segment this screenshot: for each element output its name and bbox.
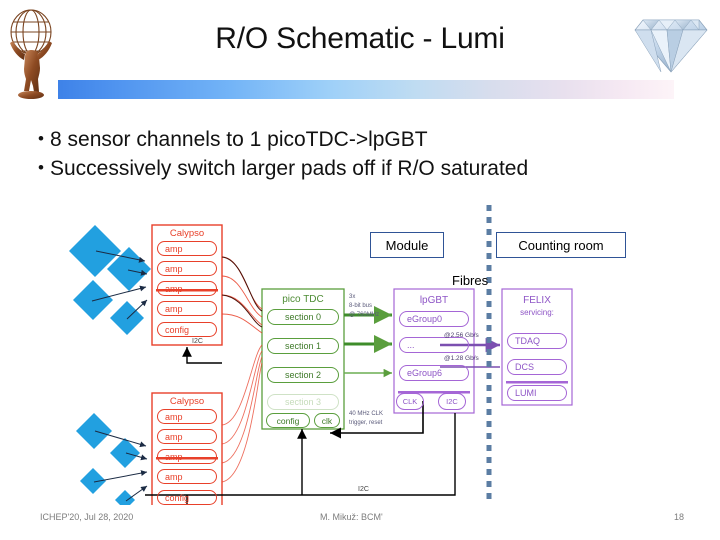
bullet-marker: •: [38, 158, 44, 178]
bullet-text: Successively switch larger pads off if R…: [50, 157, 529, 181]
felix-row-lumi: LUMI: [507, 385, 567, 401]
calypso-top-config: config: [157, 322, 217, 337]
bullet-text: 8 sensor channels to 1 picoTDC->lpGBT: [50, 128, 428, 151]
fibre-downlink-rate: @1.28 Gb/s: [444, 355, 479, 362]
slide-footer: ICHEP'20, Jul 28, 2020 M. Mikuž: BCM' 18: [0, 512, 720, 532]
felix-row-dcs: DCS: [507, 359, 567, 375]
sensor-pads-top: [69, 225, 151, 335]
calypso-bottom-amp-0: amp: [157, 409, 217, 424]
footer-author: M. Mikuž: BCM': [320, 512, 383, 522]
calypso-bottom: Calypso amp amp amp amp config: [152, 393, 222, 513]
felix-title: FELIX: [523, 295, 551, 306]
pico-tdc-section-0: section 0: [267, 309, 339, 325]
bullet-marker: •: [38, 129, 44, 148]
bullet-list: • 8 sensor channels to 1 picoTDC->lpGBT …: [32, 126, 632, 185]
sensor-pad-arrows-bottom: [93, 430, 148, 502]
slide: R/O Schematic - Lumi • 8 sensor channels…: [0, 0, 720, 540]
pico-tdc-bus-note: 3x 8-bit bus @ 760MHz: [349, 294, 380, 318]
calypso-bottom-links: [221, 344, 263, 483]
calypso-top-amp-2: amp: [157, 281, 217, 296]
lpgbt-egroup-6: eGroup6: [399, 365, 469, 381]
lpgbt: lpGBT eGroup0 ... eGroup6 CLK I2C: [394, 289, 474, 413]
footer-page-number: 18: [673, 512, 684, 522]
footer-conference: ICHEP'20, Jul 28, 2020: [40, 512, 134, 522]
module-label: Module: [370, 232, 444, 258]
pico-tdc: pico TDC section 0 section 1 section 2 s…: [262, 289, 344, 429]
pico-tdc-clk: clk: [314, 413, 340, 428]
calypso-top-amp-3: amp: [157, 301, 217, 316]
pico-tdc-section-2: section 2: [267, 367, 339, 383]
calypso-top-amp-0: amp: [157, 241, 217, 256]
sensor-pads-bottom: [76, 413, 140, 505]
diamond-gem-logo: [634, 19, 708, 73]
felix-subtitle: servicing:: [520, 308, 554, 317]
felix-row-tdaq: TDAQ: [507, 333, 567, 349]
calypso-top-amp-1: amp: [157, 261, 217, 276]
pico-tdc-section-1: section 1: [267, 338, 339, 354]
title-divider: [58, 80, 674, 99]
fibres-label: Fibres: [452, 273, 489, 288]
lpgbt-egroup-mid: ...: [399, 337, 469, 353]
i2c-bus-label: I2C: [358, 486, 369, 493]
pico-tdc-config: config: [266, 413, 310, 428]
calypso-bottom-amp-2: amp: [157, 449, 217, 464]
pico-tdc-section-3: section 3: [267, 394, 339, 410]
i2c-calypso-top-stub: [182, 347, 222, 364]
list-item: • 8 sensor channels to 1 picoTDC->lpGBT: [32, 126, 632, 153]
lpgbt-title: lpGBT: [419, 295, 449, 306]
lpgbt-egroup-0: eGroup0: [399, 311, 469, 327]
lpgbt-clk: CLK: [396, 393, 424, 410]
calypso-top: Calypso amp amp amp amp config: [152, 225, 222, 345]
calypso-top-title: Calypso: [169, 228, 205, 239]
pico-tdc-title: pico TDC: [282, 294, 324, 305]
page-title: R/O Schematic - Lumi: [215, 22, 505, 55]
counting-room-label: Counting room: [496, 232, 626, 258]
list-item: • Successively switch larger pads off if…: [32, 155, 632, 182]
ro-schematic-diagram: Calypso amp amp amp amp config I2C Calyp…: [0, 205, 720, 505]
felix: FELIX servicing: TDAQ DCS LUMI: [502, 289, 572, 405]
lpgbt-i2c: I2C: [438, 393, 466, 410]
pico-to-lpgbt-links: [344, 306, 392, 378]
atlas-statue-logo: [10, 9, 52, 99]
calypso-bottom-config: config: [157, 490, 217, 505]
calypso-top-i2c-label: I2C: [192, 338, 203, 345]
calypso-bottom-amp-1: amp: [157, 429, 217, 444]
calypso-bottom-title: Calypso: [169, 396, 205, 407]
calypso-bottom-amp-3: amp: [157, 469, 217, 484]
fibre-uplink-rate: @2.56 Gb/s: [444, 332, 479, 339]
calypso-top-links-dark: [221, 256, 263, 328]
